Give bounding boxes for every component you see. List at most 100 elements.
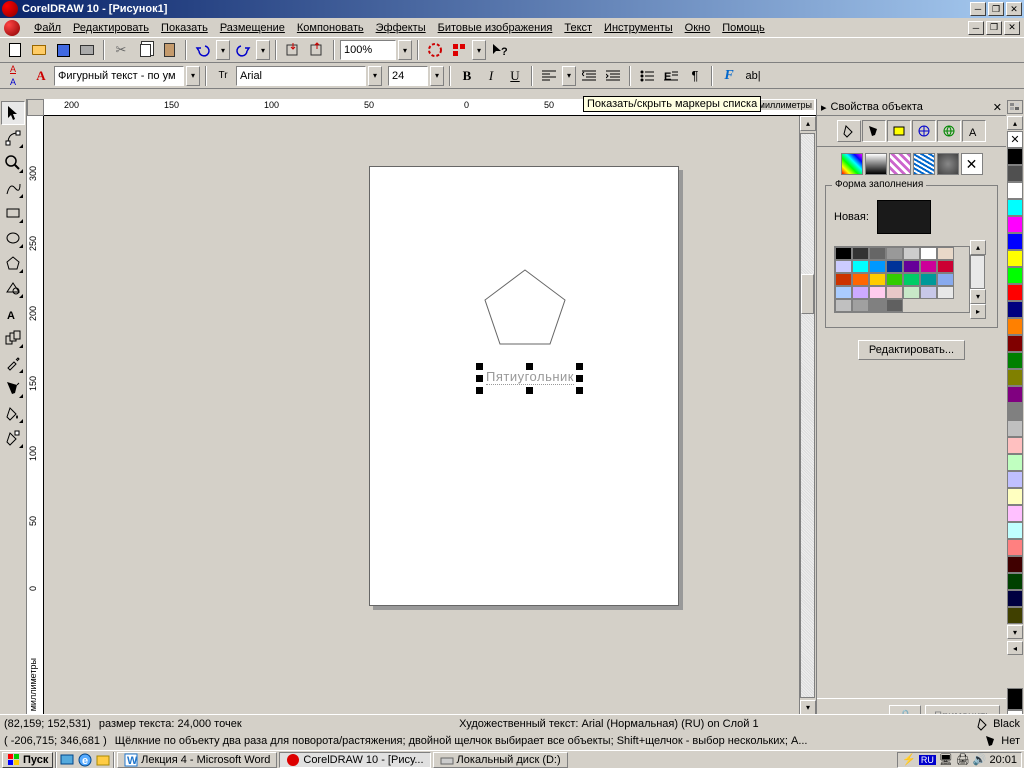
text-tool[interactable]: A <box>1 301 25 325</box>
colorstrip-swatch[interactable] <box>1007 386 1023 403</box>
palette-swatch[interactable] <box>937 286 954 299</box>
palette-flyout-icon[interactable] <box>1007 100 1023 114</box>
format-text-button[interactable]: F <box>718 65 740 87</box>
font-combo[interactable]: Arial <box>236 66 366 86</box>
palette-swatch[interactable] <box>835 286 852 299</box>
eyedropper-tool[interactable] <box>1 351 25 375</box>
fill-none-icon[interactable]: ✕ <box>961 153 983 175</box>
zoom-tool[interactable] <box>1 151 25 175</box>
tray-icon-3[interactable]: 🖨 <box>956 753 970 766</box>
menu-tools[interactable]: Инструменты <box>598 20 679 36</box>
palette-scroll-down[interactable]: ▾ <box>1007 625 1023 639</box>
scroll-up-button[interactable]: ▴ <box>800 116 816 131</box>
palette-swatch[interactable] <box>920 260 937 273</box>
vertical-scrollbar[interactable]: ▴ ▾ <box>799 116 816 715</box>
fill-fountain-icon[interactable] <box>865 153 887 175</box>
colorstrip-swatch[interactable] <box>1007 369 1023 386</box>
align-left-button[interactable] <box>538 65 560 87</box>
palette-swatch[interactable] <box>903 247 920 260</box>
colorstrip-swatch[interactable] <box>1007 471 1023 488</box>
app-launcher-dropdown[interactable] <box>472 40 486 60</box>
docker-tab-text[interactable]: A <box>962 120 986 142</box>
text-type-dropdown[interactable] <box>186 66 200 86</box>
interactive-fill-tool[interactable] <box>1 426 25 450</box>
undo-button[interactable] <box>192 39 214 61</box>
tray-icon-2[interactable]: 🖥 <box>939 753 953 766</box>
zoom-input[interactable]: 100% <box>340 40 396 60</box>
palette-swatch[interactable] <box>852 299 869 312</box>
whatsthis-button[interactable]: ? <box>488 39 510 61</box>
task-coreldraw[interactable]: CorelDRAW 10 - [Рису... <box>279 752 430 768</box>
nonprinting-button[interactable]: ¶ <box>684 65 706 87</box>
rectangle-tool[interactable] <box>1 201 25 225</box>
dropcap-button[interactable]: E <box>660 65 682 87</box>
maximize-button[interactable]: ❐ <box>988 2 1004 16</box>
palette-swatch[interactable] <box>937 273 954 286</box>
palette-swatch[interactable] <box>869 273 886 286</box>
minimize-button[interactable]: ─ <box>970 2 986 16</box>
palette-swatch[interactable] <box>886 247 903 260</box>
colorstrip-swatch[interactable] <box>1007 573 1023 590</box>
ql-ie-icon[interactable]: e <box>77 752 93 768</box>
freehand-tool[interactable] <box>1 176 25 200</box>
pentagon-shape[interactable] <box>480 267 570 347</box>
colorstrip-swatch[interactable] <box>1007 250 1023 267</box>
palette-swatch[interactable] <box>869 286 886 299</box>
mdi-close-button[interactable]: ✕ <box>1004 21 1020 35</box>
print-button[interactable] <box>76 39 98 61</box>
shape-tool[interactable] <box>1 126 25 150</box>
text-type-combo[interactable]: Фигурный текст - по ум <box>54 66 184 86</box>
menu-window[interactable]: Окно <box>679 20 717 36</box>
palette-swatch[interactable] <box>937 260 954 273</box>
text-orient-h-icon[interactable]: A <box>4 63 22 75</box>
palette-swatch[interactable] <box>886 286 903 299</box>
menu-bitmaps[interactable]: Битовые изображения <box>432 20 559 36</box>
new-color-swatch[interactable] <box>877 200 931 234</box>
palette-swatch[interactable] <box>886 299 903 312</box>
palette-swatch[interactable] <box>835 260 852 273</box>
volume-icon[interactable]: 🔊 <box>973 753 987 766</box>
cut-button[interactable]: ✂ <box>110 39 132 61</box>
colorstrip-swatch[interactable] <box>1007 352 1023 369</box>
clock[interactable]: 20:01 <box>989 754 1017 766</box>
palette-swatch[interactable] <box>835 299 852 312</box>
docker-tab-web[interactable] <box>937 120 961 142</box>
ellipse-tool[interactable] <box>1 226 25 250</box>
colorstrip-swatch[interactable] <box>1007 182 1023 199</box>
basic-shapes-tool[interactable] <box>1 276 25 300</box>
export-button[interactable] <box>306 39 328 61</box>
palette-swatch[interactable] <box>920 286 937 299</box>
menu-layout[interactable]: Размещение <box>214 20 291 36</box>
fill-texture-icon[interactable] <box>913 153 935 175</box>
menu-edit[interactable]: Редактировать <box>67 20 155 36</box>
palette-swatch[interactable] <box>920 273 937 286</box>
fill-postscript-icon[interactable] <box>937 153 959 175</box>
zoom-dropdown[interactable] <box>398 40 412 60</box>
palette-swatch[interactable] <box>852 273 869 286</box>
palette-swatch[interactable] <box>869 260 886 273</box>
colorstrip-swatch[interactable] <box>1007 267 1023 284</box>
mdi-minimize-button[interactable]: ─ <box>968 21 984 35</box>
paste-button[interactable] <box>158 39 180 61</box>
palette-menu-button[interactable]: ▸ <box>970 304 986 319</box>
menu-view[interactable]: Показать <box>155 20 214 36</box>
palette-swatch[interactable] <box>852 247 869 260</box>
colorstrip-swatch[interactable] <box>1007 590 1023 607</box>
colorstrip-swatch[interactable] <box>1007 216 1023 233</box>
redo-button[interactable] <box>232 39 254 61</box>
start-button[interactable]: Пуск <box>2 752 53 768</box>
palette-down-button[interactable]: ▾ <box>970 289 986 304</box>
colorstrip-swatch[interactable] <box>1007 199 1023 216</box>
undo-dropdown[interactable] <box>216 40 230 60</box>
vertical-ruler[interactable]: 300250200150100500 миллиметры <box>27 116 44 715</box>
palette-swatch[interactable] <box>886 260 903 273</box>
colorstrip-swatch[interactable] <box>1007 607 1023 624</box>
open-button[interactable] <box>28 39 50 61</box>
docker-tab-rect[interactable] <box>887 120 911 142</box>
colorstrip-swatch[interactable] <box>1007 148 1023 165</box>
text-orient-v-icon[interactable]: A <box>4 76 22 88</box>
no-color-swatch[interactable] <box>1007 131 1023 148</box>
language-indicator[interactable]: RU <box>919 755 936 765</box>
font-size-dropdown[interactable] <box>430 66 444 86</box>
colorstrip-swatch[interactable] <box>1007 437 1023 454</box>
